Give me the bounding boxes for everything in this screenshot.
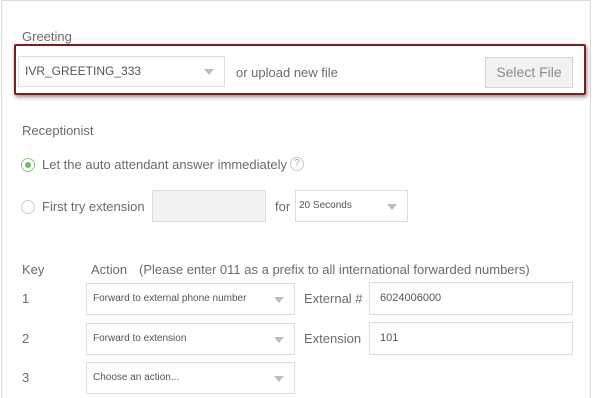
chevron-down-icon — [274, 337, 284, 343]
radio-first-try-extension[interactable] — [21, 200, 35, 214]
auto-answer-label: Let the auto attendant answer immediatel… — [42, 157, 287, 172]
extension-input[interactable] — [152, 190, 266, 222]
upload-hint: or upload new file — [236, 65, 338, 80]
greeting-label: Greeting — [22, 29, 72, 44]
greeting-select[interactable]: IVR_GREETING_333 — [18, 56, 225, 87]
ivr-settings-panel: Greeting IVR_GREETING_333 or upload new … — [1, 0, 591, 398]
receptionist-label: Receptionist — [22, 123, 94, 138]
chevron-down-icon — [274, 297, 284, 303]
first-try-extension-label: First try extension — [42, 199, 145, 214]
action-hint: (Please enter 011 as a prefix to all int… — [139, 262, 530, 277]
key-column-header: Key — [22, 262, 45, 277]
timeout-select-value: 20 Seconds — [299, 200, 352, 211]
key-number: 1 — [22, 291, 30, 306]
external-number-input[interactable]: 6024006000 — [369, 282, 573, 315]
extension-field-label: Extension — [304, 331, 362, 346]
key-number: 3 — [22, 370, 30, 385]
action-select[interactable]: Forward to extension — [86, 323, 295, 355]
for-label: for — [275, 199, 291, 214]
external-number-value: 6024006000 — [380, 292, 442, 304]
help-icon[interactable]: ? — [290, 157, 304, 171]
action-select[interactable]: Forward to external phone number — [86, 283, 295, 315]
chevron-down-icon — [274, 376, 284, 382]
select-file-button[interactable]: Select File — [485, 57, 573, 88]
extension-number-value: 101 — [380, 332, 399, 344]
action-select-value: Forward to external phone number — [93, 293, 247, 304]
external-number-label: External # — [304, 291, 363, 306]
action-select[interactable]: Choose an action... — [86, 362, 295, 394]
radio-auto-answer[interactable] — [21, 158, 35, 172]
chevron-down-icon — [204, 69, 214, 75]
action-select-value: Choose an action... — [93, 372, 180, 383]
extension-number-input[interactable]: 101 — [369, 322, 573, 355]
greeting-select-value: IVR_GREETING_333 — [25, 64, 142, 78]
key-number: 2 — [22, 331, 30, 346]
chevron-down-icon — [387, 204, 397, 210]
action-column-header: Action — [91, 262, 128, 277]
timeout-select[interactable]: 20 Seconds — [295, 190, 408, 222]
action-select-value: Forward to extension — [93, 333, 187, 344]
